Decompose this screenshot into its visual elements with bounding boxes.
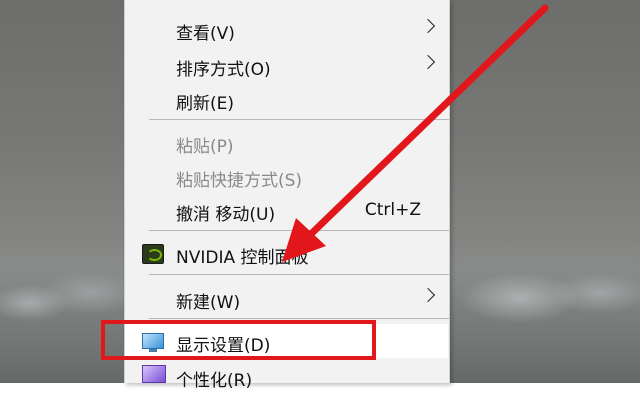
annotation-arrow (282, 4, 549, 262)
